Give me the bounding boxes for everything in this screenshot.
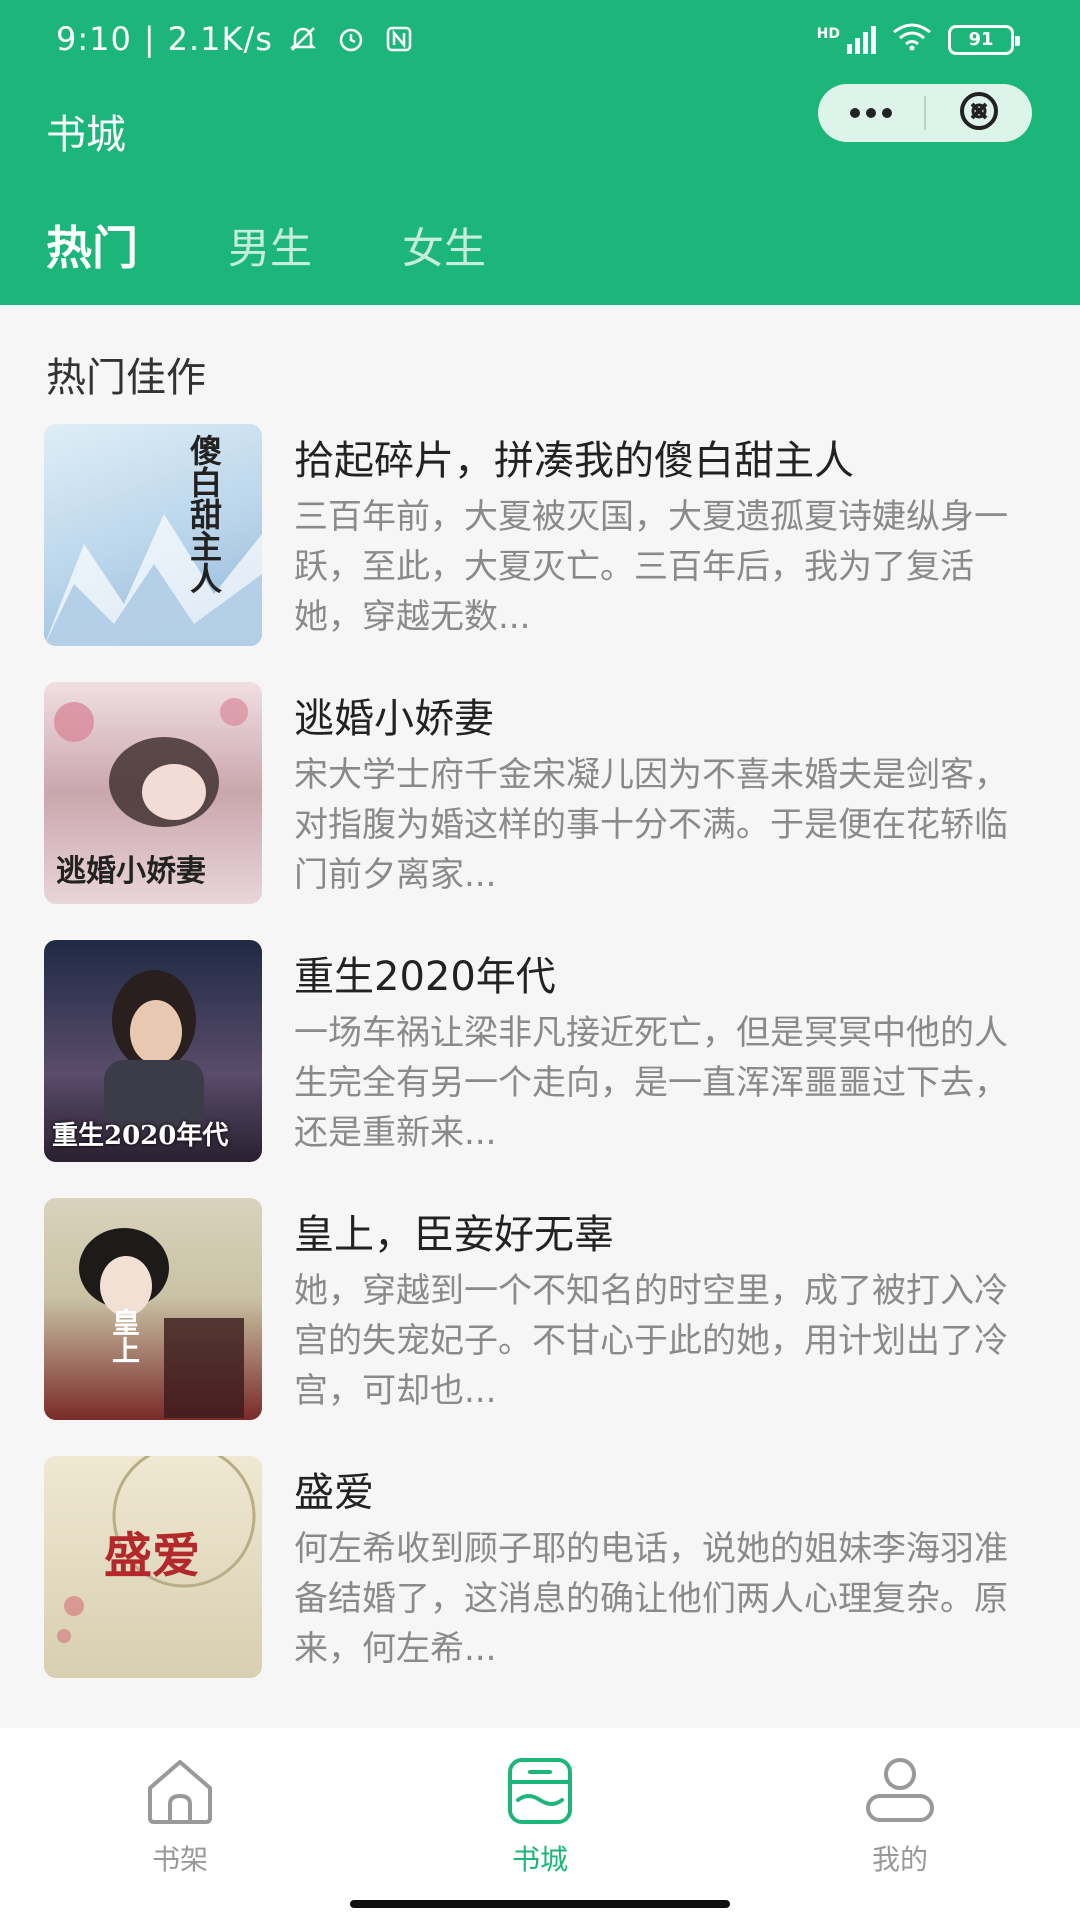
status-bar: 9:10 | 2.1K/s HD 91 (0, 0, 1080, 80)
book-title: 拾起碎片，拼凑我的傻白甜主人 (294, 438, 854, 484)
bookstore-icon (500, 1750, 580, 1830)
alarm-icon (333, 21, 369, 57)
status-net-speed: 2.1K/s (167, 20, 273, 58)
close-button[interactable] (926, 84, 1032, 142)
close-icon (957, 89, 1001, 137)
battery-indicator: 91 (948, 24, 1020, 55)
network-type: HD (816, 25, 840, 42)
home-indicator (350, 1900, 730, 1908)
status-left: 9:10 | 2.1K/s (56, 20, 417, 58)
bookshelf-icon (140, 1750, 220, 1830)
book-cover[interactable]: 逃婚小娇妻 (44, 682, 262, 904)
cover-title: 逃婚小娇妻 (56, 854, 206, 889)
status-time: 9:10 (56, 20, 132, 58)
page-title: 书城 (46, 112, 126, 158)
status-separator: | (143, 20, 156, 58)
profile-icon (860, 1750, 940, 1830)
cover-title: 傻白甜主人 (185, 434, 223, 594)
signal-icon: HD (816, 25, 876, 54)
book-item[interactable]: 逃婚小娇妻 逃婚小娇妻 宋大学士府千金宋凝儿因为不喜未婚夫是剑客，对指腹为婚这样… (0, 682, 1080, 912)
cover-title: 皇上 (108, 1308, 141, 1364)
book-cover[interactable]: 傻白甜主人 (44, 424, 262, 646)
more-dots-icon (849, 104, 893, 123)
book-title: 盛爱 (294, 1470, 374, 1516)
tab-female[interactable]: 女生 (402, 215, 486, 276)
book-description: 宋大学士府千金宋凝儿因为不喜未婚夫是剑客，对指腹为婚这样的事十分不满。于是便在花… (294, 755, 1008, 895)
cover-title: 盛爱 (104, 1528, 201, 1584)
nav-label: 我的 (871, 1843, 928, 1876)
book-title: 逃婚小娇妻 (294, 696, 494, 742)
book-description: 一场车祸让梁非凡接近死亡，但是冥冥中他的人生完全有另一个走向，是一直浑浑噩噩过下… (294, 1013, 1008, 1153)
category-tabs: 热门 男生 女生 (0, 200, 1080, 290)
more-button[interactable] (818, 84, 924, 142)
book-item[interactable]: 皇上 皇上，臣妾好无辜 她，穿越到一个不知名的时空里，成了被打入冷宫的失宠妃子。… (0, 1198, 1080, 1428)
tab-male[interactable]: 男生 (228, 215, 312, 276)
nav-label: 书架 (151, 1843, 208, 1876)
book-cover[interactable]: 皇上 (44, 1198, 262, 1420)
book-description: 她，穿越到一个不知名的时空里，成了被打入冷宫的失宠妃子。不甘心于此的她，用计划出… (294, 1271, 1008, 1411)
book-item[interactable]: 傻白甜主人 拾起碎片，拼凑我的傻白甜主人 三百年前，大夏被灭国，大夏遗孤夏诗婕纵… (0, 424, 1080, 654)
nav-item-profile[interactable]: 我的 (800, 1750, 1000, 1878)
book-title: 皇上，臣妾好无辜 (294, 1212, 614, 1258)
nfc-icon (381, 21, 417, 57)
bottom-navigation: 书架 书城 我的 (0, 1728, 1080, 1920)
nav-item-bookshelf[interactable]: 书架 (80, 1750, 280, 1878)
mini-program-capsule (818, 84, 1032, 142)
section-title: 热门佳作 (46, 355, 206, 401)
book-item[interactable]: 重生2020年代 重生2020年代 一场车祸让梁非凡接近死亡，但是冥冥中他的人生… (0, 940, 1080, 1170)
book-cover[interactable]: 盛爱 (44, 1456, 262, 1678)
title-bar: 书城 (0, 80, 1080, 180)
status-right: HD 91 (816, 22, 1020, 57)
cover-title: 重生2020年代 (52, 1121, 229, 1151)
header: 9:10 | 2.1K/s HD 91 书城 热门 男生 女生 (0, 0, 1080, 305)
battery-level: 91 (968, 29, 994, 50)
book-description: 何左希收到顾子耶的电话，说她的姐妹李海羽准备结婚了，这消息的确让他们两人心理复杂… (294, 1529, 1008, 1669)
book-description: 三百年前，大夏被灭国，大夏遗孤夏诗婕纵身一跃，至此，大夏灭亡。三百年后，我为了复… (294, 497, 1008, 637)
mute-bell-icon (285, 21, 321, 57)
wifi-icon (892, 22, 932, 57)
nav-item-bookstore[interactable]: 书城 (440, 1750, 640, 1878)
book-cover[interactable]: 重生2020年代 (44, 940, 262, 1162)
book-item[interactable]: 盛爱 盛爱 何左希收到顾子耶的电话，说她的姐妹李海羽准备结婚了，这消息的确让他们… (0, 1456, 1080, 1686)
tab-hot[interactable]: 热门 (46, 212, 138, 278)
book-title: 重生2020年代 (294, 954, 556, 1000)
nav-label: 书城 (511, 1843, 568, 1876)
